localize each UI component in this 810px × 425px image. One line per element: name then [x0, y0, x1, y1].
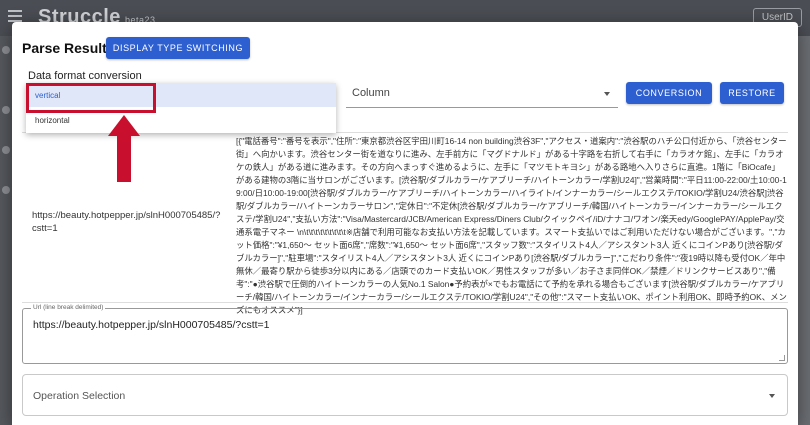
- parse-result-dialog: Parse Result DISPLAY TYPE SWITCHING Data…: [12, 22, 798, 425]
- resize-handle-icon[interactable]: [779, 355, 785, 361]
- conversion-button[interactable]: CONVERSION: [626, 82, 712, 104]
- dialog-title: Parse Result: [22, 40, 107, 56]
- result-url-cell: https://beauty.hotpepper.jp/slnH00070548…: [32, 210, 221, 234]
- operation-select-placeholder: Operation Selection: [33, 390, 126, 402]
- sidebar-dot-icon: [2, 146, 10, 154]
- url-textarea[interactable]: Url (line break delimited) https://beaut…: [22, 304, 788, 364]
- result-data-cell: [{"電話番号":"番号を表示","住所":"東京都渋谷区宇田川町16-14 n…: [236, 136, 787, 315]
- column-select-value: Column: [352, 87, 390, 99]
- sidebar-dot-icon: [2, 106, 10, 114]
- annotation-highlight-box: [26, 83, 156, 113]
- table-divider: [22, 302, 788, 303]
- format-conversion-label: Data format conversion: [28, 70, 142, 82]
- url-textarea-legend: Url (line break delimited): [31, 304, 106, 311]
- annotation-arrow-icon: [108, 115, 140, 182]
- display-type-switch-button[interactable]: DISPLAY TYPE SWITCHING: [106, 37, 250, 59]
- chevron-down-icon: [769, 394, 775, 398]
- restore-button[interactable]: RESTORE: [720, 82, 784, 104]
- operation-select[interactable]: Operation Selection: [22, 374, 788, 416]
- sidebar-dot-icon: [2, 46, 10, 54]
- menu-icon[interactable]: [8, 10, 22, 22]
- background-sidebar: [0, 36, 12, 425]
- chevron-down-icon: [604, 92, 610, 96]
- sidebar-dot-icon: [2, 186, 10, 194]
- column-select[interactable]: Column: [346, 80, 618, 108]
- url-textarea-value: https://beauty.hotpepper.jp/slnH00070548…: [33, 319, 270, 331]
